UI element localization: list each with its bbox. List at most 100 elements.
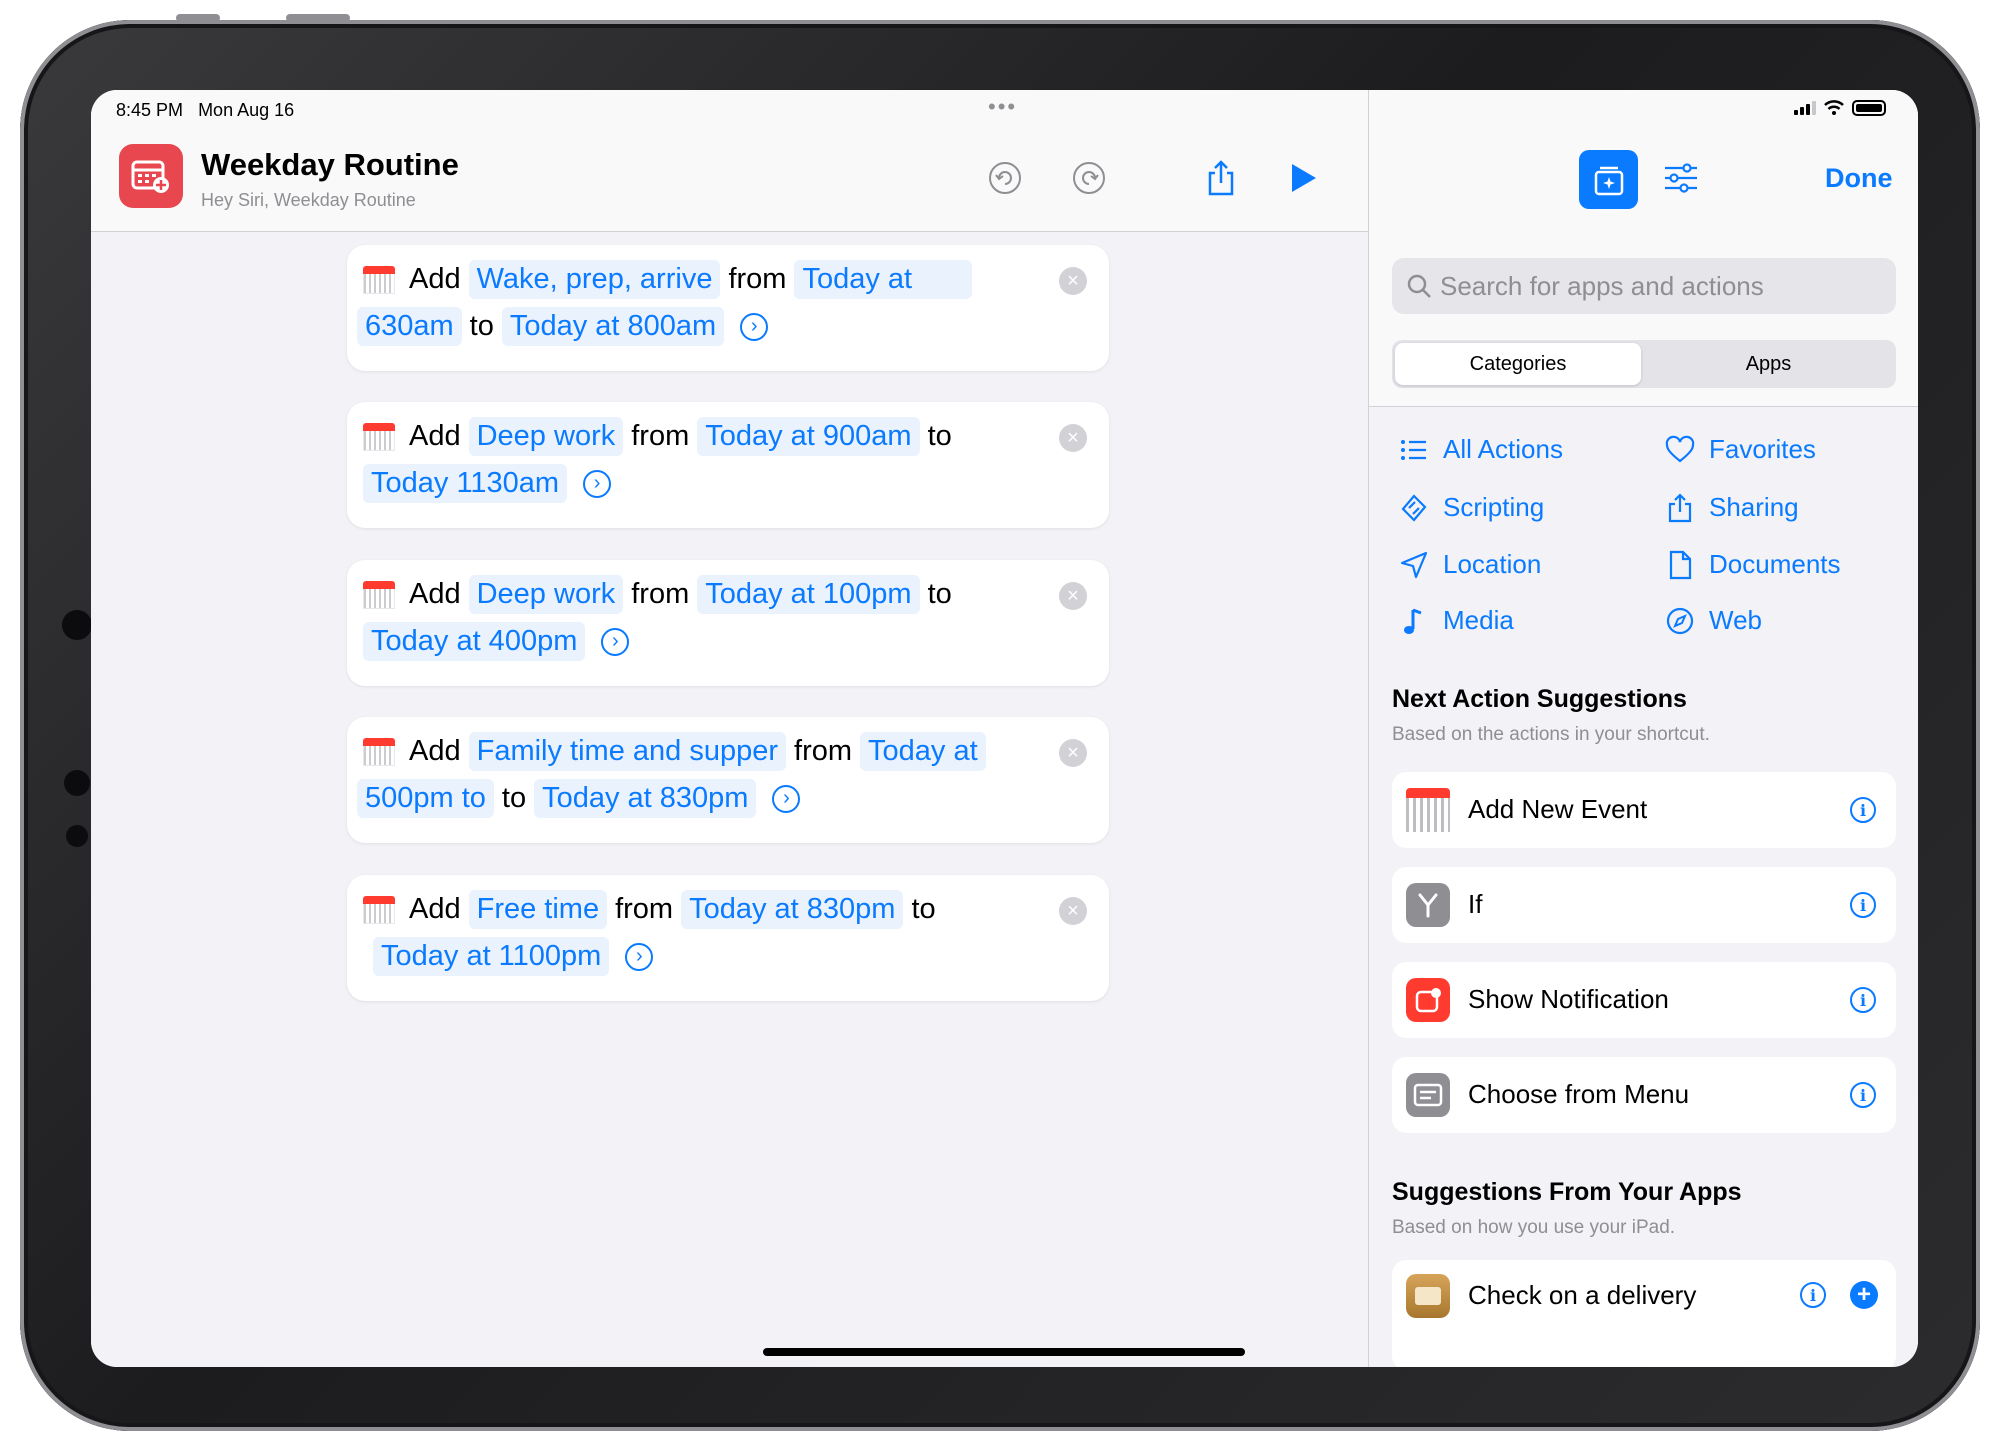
remove-action-button[interactable]: × [1059, 267, 1087, 295]
end-date-token[interactable]: Today at 830pm [534, 779, 757, 818]
shortcut-icon[interactable] [119, 144, 183, 208]
remove-action-button[interactable]: × [1059, 897, 1087, 925]
category-location[interactable]: Location [1399, 549, 1541, 580]
suggestion-label: Check on a delivery [1468, 1280, 1697, 1310]
share-button[interactable] [1201, 158, 1241, 198]
end-date-token[interactable]: Today at 800am [501, 307, 725, 346]
share-icon [1208, 160, 1234, 196]
action-library-icon [1594, 166, 1623, 195]
action-line: Add Deep work from Today at 100pm to [363, 575, 952, 614]
category-label: All Actions [1443, 434, 1563, 464]
undo-icon [989, 162, 1021, 194]
remove-action-button[interactable]: × [1059, 739, 1087, 767]
shortcut-editor: 8:45 PM Mon Aug 16 ••• Weekday Routine H… [91, 90, 1368, 1367]
action-library-button[interactable] [1579, 150, 1638, 209]
start-date-token[interactable]: 500pm to [357, 779, 494, 818]
chevron-right-icon[interactable]: › [601, 627, 630, 656]
event-title-token[interactable]: Family time and supper [468, 732, 787, 771]
to-label: to [501, 782, 527, 814]
segment-apps[interactable]: Apps [1644, 343, 1893, 385]
start-date-token[interactable]: Today at [794, 260, 973, 299]
details-button[interactable] [1659, 156, 1703, 200]
panel-header: Done Search for apps and actions Categor… [1369, 90, 1918, 407]
from-label: from [631, 420, 690, 452]
start-date-token[interactable]: Today at [860, 732, 986, 771]
add-icon[interactable]: + [1850, 1281, 1878, 1309]
category-all-actions[interactable]: All Actions [1399, 434, 1563, 465]
start-date-token[interactable]: Today at 100pm [697, 575, 920, 614]
chevron-right-icon[interactable]: › [583, 469, 612, 498]
end-date-token[interactable]: Today 1130am [363, 464, 568, 503]
event-title-token[interactable]: Wake, prep, arrive [468, 260, 721, 299]
category-scripting[interactable]: Scripting [1399, 492, 1544, 523]
info-icon[interactable]: i [1850, 797, 1876, 823]
done-button[interactable]: Done [1825, 163, 1893, 194]
event-title-token[interactable]: Free time [468, 890, 608, 929]
info-icon[interactable]: i [1850, 987, 1876, 1013]
end-date-token[interactable]: Today at 1100pm [373, 937, 610, 976]
search-icon [1407, 274, 1431, 298]
from-label: from [728, 263, 787, 295]
music-note-icon [1404, 608, 1422, 634]
suggestion-label: Choose from Menu [1468, 1079, 1690, 1109]
end-date-token[interactable]: Today at 400pm [363, 622, 586, 661]
app-suggestions-title: Suggestions From Your Apps [1392, 1178, 1742, 1206]
undo-button[interactable] [985, 158, 1025, 198]
action-card[interactable]: Add Deep work from Today at 100pm to Tod… [347, 560, 1109, 686]
action-card[interactable]: Add Free time from Today at 830pm to Tod… [347, 875, 1109, 1001]
action-card[interactable]: Add Wake, prep, arrive from Today at 630… [347, 245, 1109, 371]
chevron-right-icon[interactable]: › [625, 942, 654, 971]
remove-action-button[interactable]: × [1059, 582, 1087, 610]
suggestion-add-new-event[interactable]: Add New Event i [1392, 772, 1896, 848]
calendar-icon [1406, 788, 1450, 832]
segmented-control: Categories Apps [1392, 340, 1896, 388]
action-card[interactable]: Add Family time and supper from Today at… [347, 717, 1109, 843]
suggestion-label: Add New Event [1468, 794, 1648, 824]
action-line: Add Wake, prep, arrive from Today at [363, 260, 973, 299]
category-sharing[interactable]: Sharing [1665, 492, 1799, 523]
editor-header: 8:45 PM Mon Aug 16 ••• Weekday Routine H… [91, 90, 1368, 232]
suggestion-show-notification[interactable]: Show Notification i [1392, 962, 1896, 1038]
action-line: Add Free time from Today at 830pm to [363, 890, 936, 929]
start-date-token[interactable]: 630am [357, 307, 462, 346]
start-date-token[interactable]: Today at 830pm [681, 890, 904, 929]
suggestion-check-delivery[interactable]: Check on a delivery i + [1392, 1260, 1896, 1367]
chevron-right-icon[interactable]: › [772, 784, 801, 813]
wifi-icon [1824, 100, 1844, 115]
category-label: Documents [1709, 549, 1841, 579]
info-icon[interactable]: i [1800, 1282, 1826, 1308]
category-media[interactable]: Media [1399, 605, 1514, 636]
event-title-token[interactable]: Deep work [468, 417, 624, 456]
event-title-token[interactable]: Deep work [468, 575, 624, 614]
calendar-icon [363, 895, 395, 924]
action-line: Today at 1100pm › [373, 937, 654, 976]
camera-dot [62, 610, 92, 640]
search-field[interactable]: Search for apps and actions [1392, 258, 1896, 314]
category-web[interactable]: Web [1665, 605, 1762, 636]
home-indicator[interactable] [763, 1348, 1245, 1356]
verb-label: Add [409, 735, 461, 767]
start-date-token[interactable]: Today at 900am [697, 417, 920, 456]
run-button[interactable] [1283, 158, 1323, 198]
info-icon[interactable]: i [1850, 1082, 1876, 1108]
segment-categories[interactable]: Categories [1395, 343, 1641, 385]
shortcut-title[interactable]: Weekday Routine [201, 147, 459, 183]
remove-action-button[interactable]: × [1059, 424, 1087, 452]
from-label: from [631, 578, 690, 610]
category-label: Scripting [1443, 492, 1545, 522]
location-arrow-icon [1400, 551, 1428, 578]
verb-label: Add [409, 893, 461, 925]
actions-panel: Done Search for apps and actions Categor… [1368, 90, 1918, 1367]
category-documents[interactable]: Documents [1665, 549, 1841, 580]
share-icon [1668, 492, 1692, 522]
category-favorites[interactable]: Favorites [1665, 434, 1816, 465]
suggestion-if[interactable]: If i [1392, 867, 1896, 943]
info-icon[interactable]: i [1850, 892, 1876, 918]
suggestion-label: If [1468, 889, 1483, 919]
calendar-add-icon [131, 160, 169, 193]
chevron-right-icon[interactable]: › [740, 312, 769, 341]
suggestion-choose-from-menu[interactable]: Choose from Menu i [1392, 1057, 1896, 1133]
multitasking-dots[interactable]: ••• [988, 94, 1017, 120]
redo-button[interactable] [1069, 158, 1109, 198]
action-card[interactable]: Add Deep work from Today at 900am to Tod… [347, 402, 1109, 528]
